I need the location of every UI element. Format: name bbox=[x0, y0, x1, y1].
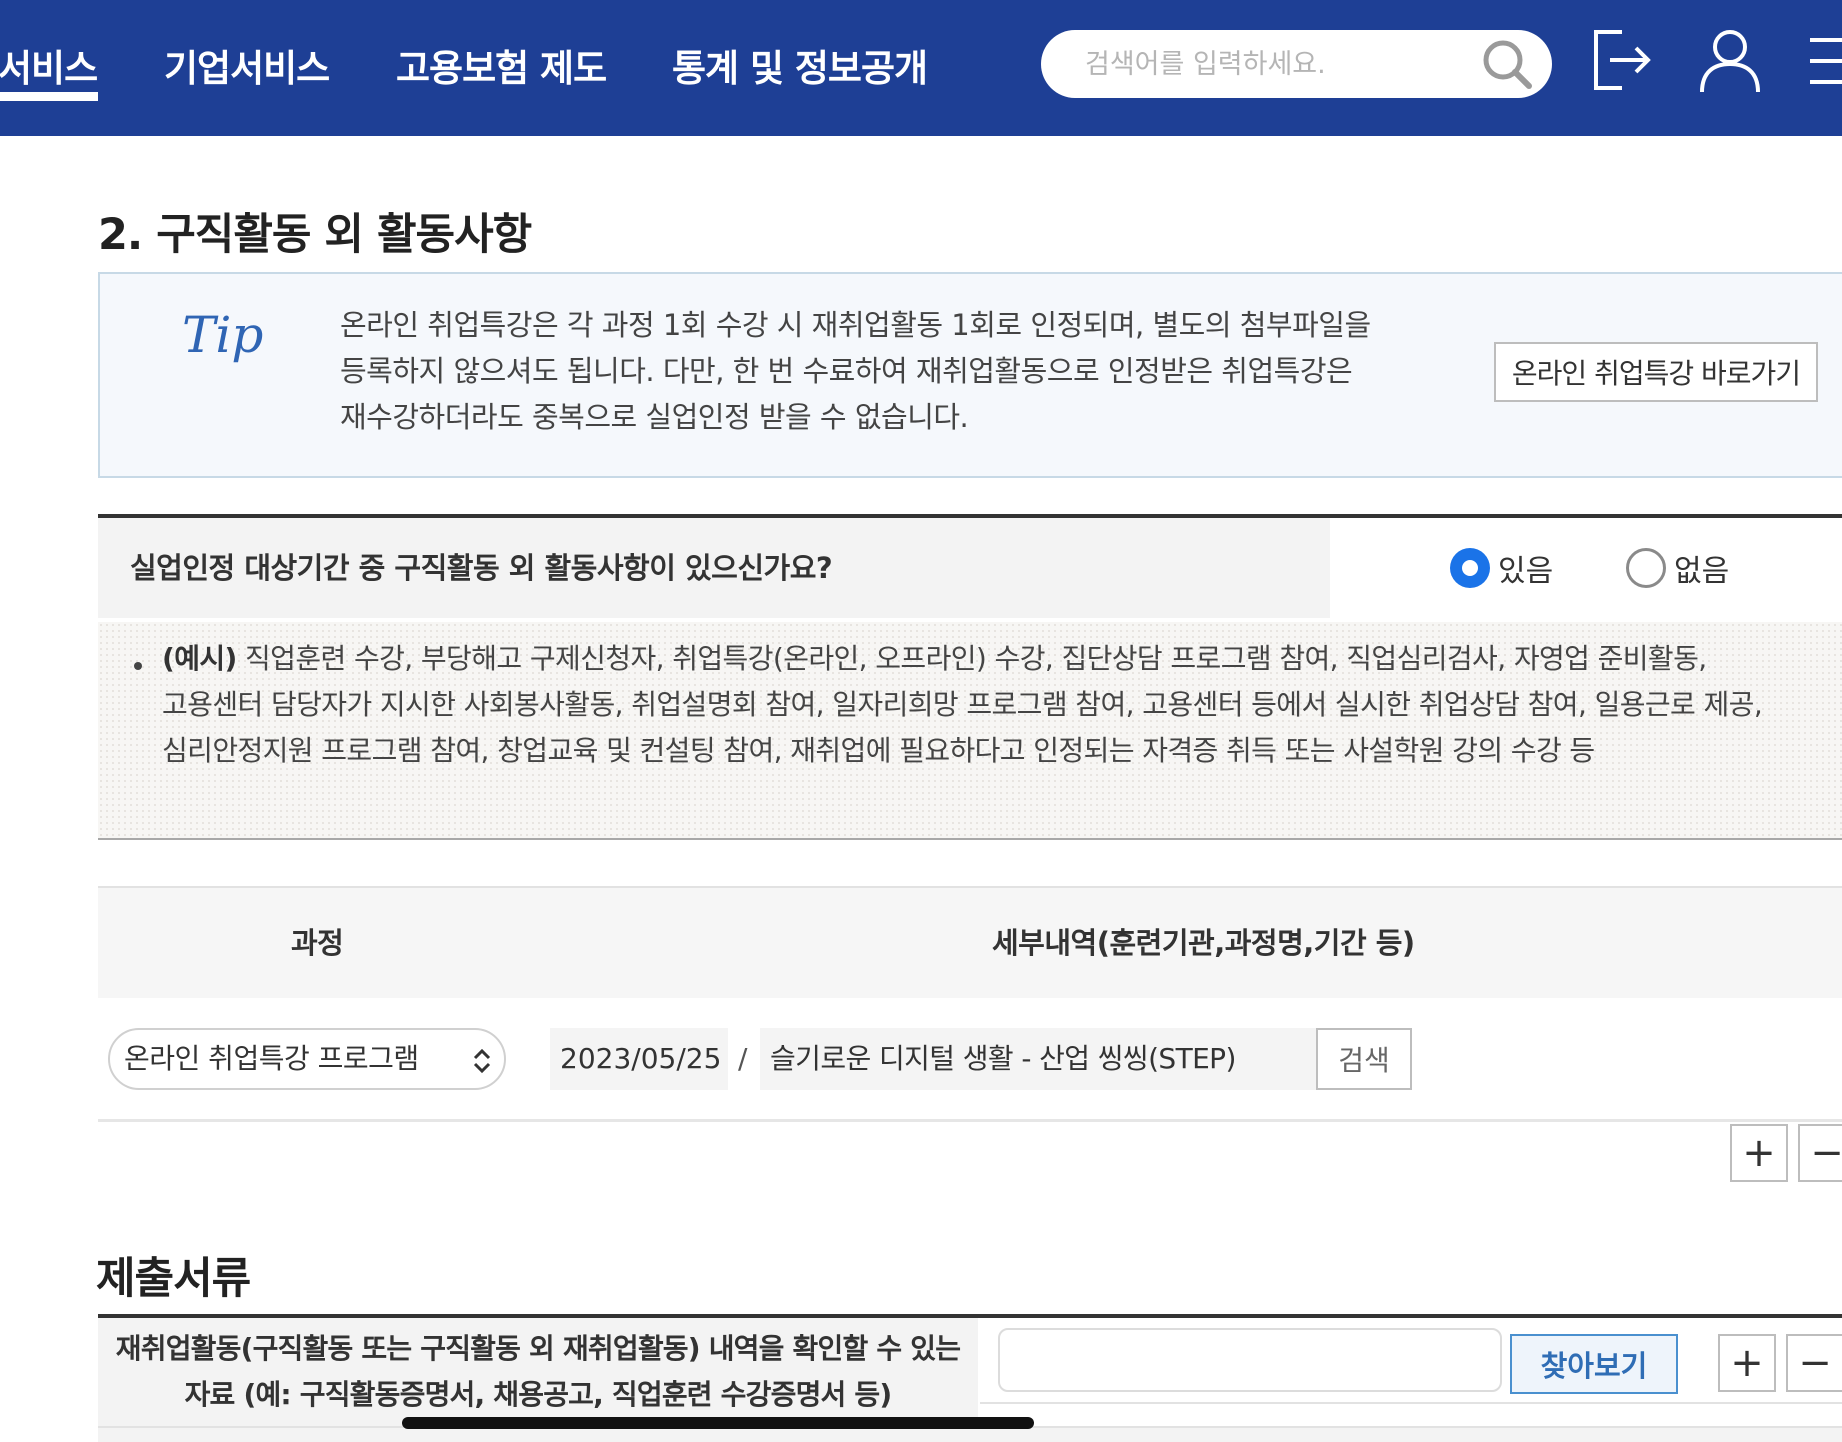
example-line-text: 직업훈련 수강, 부당해고 구제신청자, 취업특강(온라인, 오프라인) 수강,… bbox=[236, 642, 1707, 675]
nav-item-service[interactable]: 서비스 bbox=[0, 38, 98, 92]
add-document-button[interactable]: + bbox=[1718, 1334, 1776, 1392]
nav-active-indicator bbox=[0, 92, 98, 101]
activity-table-header: 과정 세부내역(훈련기관,과정명,기간 등) bbox=[98, 886, 1842, 998]
logout-icon[interactable] bbox=[1592, 28, 1654, 92]
bullet-dot bbox=[134, 662, 142, 670]
tip-box: Tip 온라인 취업특강은 각 과정 1회 수강 시 재취업활동 1회로 인정되… bbox=[98, 272, 1842, 478]
example-line: 심리안정지원 프로그램 참여, 창업교육 및 컨설팅 참여, 재취업에 필요하다… bbox=[162, 734, 1595, 767]
example-prefix: (예시) bbox=[162, 642, 237, 675]
search-box bbox=[1041, 30, 1552, 98]
search-icon[interactable] bbox=[1479, 36, 1537, 94]
add-row-button[interactable]: + bbox=[1730, 1124, 1788, 1182]
documents-label-line: 재취업활동(구직활동 또는 구직활동 외 재취업활동) 내역을 확인할 수 있는 bbox=[115, 1332, 961, 1365]
select-chevron-icon bbox=[473, 1048, 491, 1074]
radio-no-indicator[interactable] bbox=[1626, 548, 1666, 588]
tip-line: 등록하지 않으셔도 됩니다. 다만, 한 번 수료하여 재취업활동으로 인정받은… bbox=[340, 354, 1353, 388]
tip-logo: Tip bbox=[182, 306, 264, 364]
browse-file-button[interactable]: 찾아보기 bbox=[1510, 1334, 1678, 1394]
example-box: (예시) 직업훈련 수강, 부당해고 구제신청자, 취업특강(온라인, 오프라인… bbox=[98, 622, 1842, 840]
date-separator: / bbox=[738, 1042, 748, 1075]
tip-line: 재수강하더라도 중복으로 실업인정 받을 수 없습니다. bbox=[340, 400, 969, 434]
column-header-course: 과정 bbox=[291, 926, 344, 960]
remove-document-button[interactable]: − bbox=[1786, 1334, 1842, 1392]
online-lecture-shortcut-button[interactable]: 온라인 취업특강 바로가기 bbox=[1494, 342, 1818, 402]
activity-date-field[interactable]: 2023/05/25 bbox=[550, 1028, 728, 1090]
course-select[interactable]: 온라인 취업특강 프로그램 bbox=[108, 1028, 506, 1090]
course-select-value: 온라인 취업특강 프로그램 bbox=[124, 1042, 419, 1075]
activity-detail-field[interactable]: 슬기로운 디지털 생활 - 산업 씽씽(STEP) bbox=[760, 1028, 1402, 1090]
documents-row-divider bbox=[980, 1402, 1842, 1404]
example-line: (예시) 직업훈련 수강, 부당해고 구제신청자, 취업특강(온라인, 오프라인… bbox=[162, 636, 1842, 682]
radio-yes[interactable]: 있음 bbox=[1450, 546, 1553, 590]
section-title: 2. 구직활동 외 활동사항 bbox=[98, 210, 532, 260]
activity-question-row: 실업인정 대상기간 중 구직활동 외 활동사항이 있으신가요? 있음 없음 bbox=[98, 514, 1842, 618]
file-path-field[interactable] bbox=[998, 1328, 1502, 1392]
column-header-detail: 세부내역(훈련기관,과정명,기간 등) bbox=[992, 926, 1415, 960]
nav-item-business-service[interactable]: 기업서비스 bbox=[164, 38, 330, 92]
menu-icon[interactable] bbox=[1806, 36, 1842, 86]
table-row: 온라인 취업특강 프로그램 2023/05/25 / 슬기로운 디지털 생활 -… bbox=[98, 998, 1842, 1122]
tip-text: 온라인 취업특강은 각 과정 1회 수강 시 재취업활동 1회로 인정되며, 별… bbox=[340, 302, 1490, 440]
remove-row-button[interactable]: − bbox=[1798, 1124, 1842, 1182]
nav-item-employment-insurance[interactable]: 고용보험 제도 bbox=[396, 38, 607, 92]
example-text: (예시) 직업훈련 수강, 부당해고 구제신청자, 취업특강(온라인, 오프라인… bbox=[162, 636, 1842, 774]
user-icon[interactable] bbox=[1698, 28, 1762, 94]
example-line: 고용센터 담당자가 지시한 사회봉사활동, 취업설명회 참여, 일자리희망 프로… bbox=[162, 688, 1763, 721]
top-navigation-bar: 서비스 기업서비스 고용보험 제도 통계 및 정보공개 bbox=[0, 0, 1842, 136]
home-indicator-bar[interactable] bbox=[402, 1417, 1034, 1429]
radio-no-label[interactable]: 없음 bbox=[1674, 546, 1729, 590]
search-input[interactable] bbox=[1083, 44, 1463, 84]
radio-yes-indicator[interactable] bbox=[1450, 548, 1490, 588]
tip-line: 온라인 취업특강은 각 과정 1회 수강 시 재취업활동 1회로 인정되며, 별… bbox=[340, 308, 1371, 342]
nav-item-statistics[interactable]: 통계 및 정보공개 bbox=[672, 38, 928, 92]
activity-question-label: 실업인정 대상기간 중 구직활동 외 활동사항이 있으신가요? bbox=[98, 518, 1330, 618]
documents-label-line: 자료 (예: 구직활동증명서, 채용공고, 직업훈련 수강증명서 등) bbox=[184, 1378, 893, 1411]
documents-title: 제출서류 bbox=[96, 1254, 251, 1304]
radio-yes-label[interactable]: 있음 bbox=[1498, 546, 1553, 590]
detail-search-button[interactable]: 검색 bbox=[1316, 1028, 1412, 1090]
radio-no[interactable]: 없음 bbox=[1626, 546, 1729, 590]
